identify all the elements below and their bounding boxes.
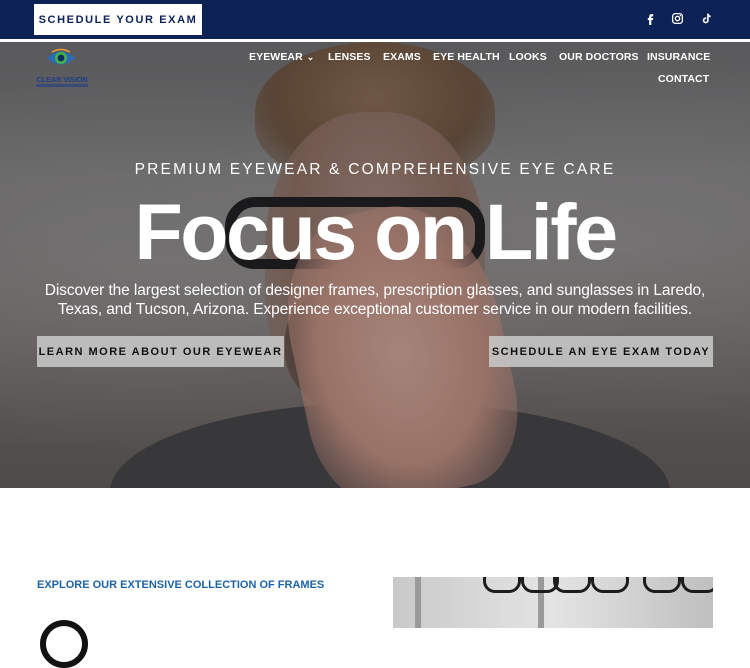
hero-headline: Focus on Life [134, 187, 619, 276]
logo-text: CLEAR VISION [36, 75, 88, 84]
nav-item-eyewear[interactable]: EYEWEAR ⌄ [249, 51, 314, 63]
top-bar: SCHEDULE YOUR EXAM [0, 0, 750, 39]
nav-item-exams[interactable]: EXAMS [383, 51, 421, 63]
tiktok-icon[interactable] [698, 10, 712, 26]
nav-item-lenses[interactable]: LENSES [328, 51, 371, 63]
logo-tagline-bar [36, 84, 88, 87]
eyeglass-frame [483, 577, 521, 593]
collection-heading: EXPLORE OUR EXTENSIVE COLLECTION OF FRAM… [37, 579, 325, 591]
eyeglass-frame [681, 577, 713, 593]
schedule-eye-exam-button[interactable]: SCHEDULE AN EYE EXAM TODAY [489, 336, 713, 367]
nav-item-insurance[interactable]: INSURANCE [647, 51, 710, 63]
schedule-exam-button[interactable]: SCHEDULE YOUR EXAM [34, 4, 202, 35]
nav-item-contact[interactable]: CONTACT [658, 73, 709, 85]
instagram-icon[interactable] [670, 10, 684, 26]
nav-item-looks[interactable]: LOOKS [509, 51, 547, 63]
nav-item-label: EYEWEAR [249, 51, 303, 63]
eyeglass-frame [553, 577, 591, 593]
collection-circle-icon [40, 620, 88, 668]
site-logo[interactable]: CLEAR VISION [32, 48, 92, 88]
nav-item-our-doctors[interactable]: OUR DOCTORS [559, 51, 639, 63]
hero-eyebrow: PREMIUM EYEWEAR & COMPREHENSIVE EYE CARE [134, 161, 616, 178]
nav-item-eye-health[interactable]: EYE HEALTH [433, 51, 500, 63]
chevron-down-icon: ⌄ [306, 52, 315, 62]
hero-description: Discover the largest selection of design… [44, 282, 706, 318]
logo-eye-icon [47, 48, 75, 65]
frames-collection-image [393, 577, 713, 628]
facebook-icon[interactable] [643, 10, 657, 26]
eyeglass-frame [643, 577, 681, 593]
display-pole [415, 577, 421, 628]
eyeglass-frame [591, 577, 629, 593]
learn-more-eyewear-button[interactable]: LEARN MORE ABOUT OUR EYEWEAR [37, 336, 284, 367]
